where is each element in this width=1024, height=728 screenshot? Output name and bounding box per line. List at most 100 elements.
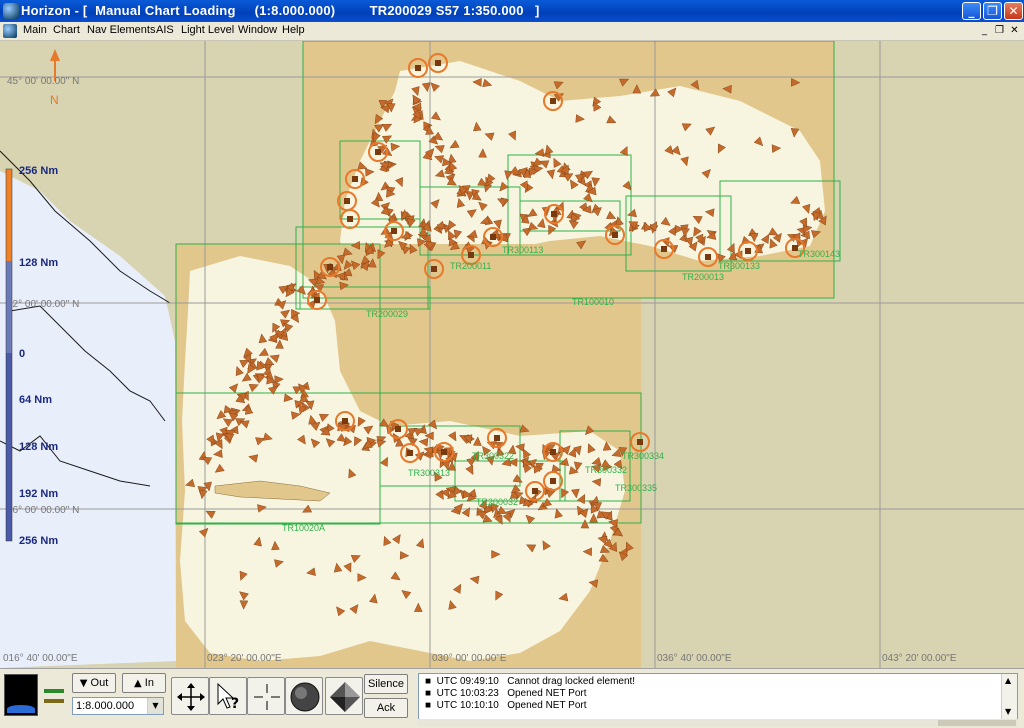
ack-button[interactable]: Ack — [364, 698, 408, 718]
light-level-bar — [44, 699, 64, 703]
ais-target-marker-icon[interactable] — [532, 488, 538, 494]
menu-help[interactable]: Help — [282, 24, 305, 36]
zoom-out-button[interactable]: ▼ Out — [72, 673, 116, 693]
ais-target-marker-icon[interactable] — [342, 418, 348, 424]
silence-button[interactable]: Silence — [364, 674, 408, 694]
log-time: UTC 10:10:10 — [436, 700, 499, 711]
ais-target-marker-icon[interactable] — [431, 266, 437, 272]
scroll-down-icon[interactable]: ▼ — [1005, 707, 1011, 716]
ais-target-marker-icon[interactable] — [661, 246, 667, 252]
pan-tool-button[interactable] — [171, 677, 209, 715]
log-entry: ■ UTC 10:03:23 Opened NET Port — [425, 688, 587, 699]
chart-cell-label: TR100010 — [572, 297, 614, 307]
query-icon: ? — [217, 682, 239, 712]
ais-target-marker-icon[interactable] — [395, 426, 401, 432]
ais-target-marker-icon[interactable] — [494, 435, 500, 441]
close-icon[interactable]: ✕ — [1004, 2, 1023, 20]
lon-label: 036° 40' 00.00"E — [657, 653, 732, 664]
lat-label: 45° 00' 00.00" N — [7, 76, 79, 87]
chart-cell-label: TR300335 — [615, 483, 657, 493]
sphere-tool-button[interactable] — [285, 677, 323, 715]
log-scrollbar[interactable]: ▲ ▼ — [1001, 674, 1017, 719]
crosshair-icon — [254, 684, 280, 710]
chart-cell-label: TR200032 — [476, 497, 518, 507]
mdi-close-icon[interactable]: ✕ — [1008, 25, 1021, 36]
menu-window[interactable]: Window — [238, 24, 277, 36]
app-icon — [3, 3, 19, 19]
ais-target-marker-icon[interactable] — [550, 98, 556, 104]
pan-icon — [177, 683, 205, 711]
lon-label: 043° 20' 00.00"E — [882, 653, 957, 664]
down-arrow-icon: ▼ — [79, 678, 88, 689]
window-title: Horizon - [ Manual Chart Loading (1:8.00… — [21, 3, 540, 18]
ais-target-marker-icon[interactable] — [375, 149, 381, 155]
document-icon[interactable] — [3, 24, 17, 38]
range-label: 192 Nm — [19, 488, 58, 500]
ais-target-marker-icon[interactable] — [407, 450, 413, 456]
chart-display[interactable]: TR100010 TR200029 TR10020A TR300113 TR200011… — [0, 41, 1024, 668]
ais-target-marker-icon[interactable] — [415, 65, 421, 71]
log-message: Opened NET Port — [507, 688, 587, 699]
chart-cell-label: TR300332 — [585, 465, 627, 475]
title-bar: Horizon - [ Manual Chart Loading (1:8.00… — [0, 0, 1024, 22]
horizontal-scrollbar[interactable] — [418, 719, 1018, 727]
nautical-chart[interactable]: TR100010 TR200029 TR10020A TR300113 TR200011… — [0, 41, 1024, 668]
ais-target-marker-icon[interactable] — [637, 439, 643, 445]
crosshair-tool-button[interactable] — [247, 677, 285, 715]
lon-label: 030° 00' 00.00"E — [432, 653, 507, 664]
ais-target-marker-icon[interactable] — [391, 228, 397, 234]
menu-chart[interactable]: Chart — [53, 24, 80, 36]
ais-target-marker-icon[interactable] — [551, 211, 557, 217]
log-time: UTC 09:49:10 — [436, 676, 499, 687]
maximize-icon[interactable]: ❐ — [983, 2, 1002, 20]
range-label: 128 Nm — [19, 257, 58, 269]
scale-value: 1:8.000.000 — [76, 700, 135, 712]
ais-target-marker-icon[interactable] — [344, 198, 350, 204]
scale-select[interactable]: 1:8.000.000 ▼ — [72, 697, 164, 715]
menu-bar: Main Chart Nav Elements AIS Light Level … — [0, 22, 1024, 41]
chart-cell-label: TR300143 — [798, 249, 840, 259]
ais-target-marker-icon[interactable] — [705, 254, 711, 260]
diamond-icon — [330, 682, 360, 712]
ais-target-marker-icon[interactable] — [612, 232, 618, 238]
ais-target-marker-icon[interactable] — [745, 248, 751, 254]
ais-target-marker-icon[interactable] — [550, 478, 556, 484]
lat-label: 36° 00' 00.00" N — [7, 505, 79, 516]
day-night-thumbnail[interactable] — [4, 674, 38, 716]
log-time: UTC 10:03:23 — [436, 688, 499, 699]
ais-target-marker-icon[interactable] — [490, 234, 496, 240]
log-message: Opened NET Port — [507, 700, 587, 711]
mdi-restore-icon[interactable]: ❐ — [993, 25, 1006, 36]
ais-target-marker-icon[interactable] — [441, 449, 447, 455]
mdi-minimize-icon[interactable]: _ — [978, 25, 991, 36]
log-entry: ■ UTC 10:10:10 Opened NET Port — [425, 700, 587, 711]
scroll-up-icon[interactable]: ▲ — [1005, 676, 1011, 685]
zoom-in-button[interactable]: ▲ In — [122, 673, 166, 693]
lon-label: 023° 20' 00.00"E — [207, 653, 282, 664]
north-label: N — [50, 93, 59, 107]
log-message: Cannot drag locked element! — [507, 676, 636, 687]
query-tool-button[interactable]: ? — [209, 677, 247, 715]
ais-target-marker-icon[interactable] — [550, 449, 556, 455]
chart-cell-label: TR300113 — [502, 245, 543, 255]
menu-light-level[interactable]: Light Level — [181, 24, 234, 36]
menu-nav-elements[interactable]: Nav Elements — [87, 24, 155, 36]
zoom-out-label: Out — [90, 677, 109, 689]
ais-target-marker-icon[interactable] — [468, 252, 474, 258]
log-entry: ■ UTC 09:49:10 Cannot drag locked elemen… — [425, 676, 636, 687]
chevron-down-icon[interactable]: ▼ — [147, 698, 163, 714]
ais-target-marker-icon[interactable] — [435, 60, 441, 66]
menu-main[interactable]: Main — [23, 24, 47, 36]
chart-cell-label: TR300133 — [718, 261, 760, 271]
diamond-tool-button[interactable] — [325, 677, 363, 715]
message-log[interactable]: ■ UTC 09:49:10 Cannot drag locked elemen… — [418, 673, 1018, 720]
minimize-icon[interactable]: _ — [962, 2, 981, 20]
ais-target-marker-icon[interactable] — [314, 297, 320, 303]
range-label: 0 — [19, 348, 25, 360]
zoom-in-label: In — [144, 677, 154, 689]
ais-target-marker-icon[interactable] — [327, 264, 333, 270]
range-label: 256 Nm — [19, 535, 58, 547]
ais-target-marker-icon[interactable] — [352, 176, 358, 182]
ais-target-marker-icon[interactable] — [347, 216, 353, 222]
menu-ais[interactable]: AIS — [156, 24, 174, 36]
